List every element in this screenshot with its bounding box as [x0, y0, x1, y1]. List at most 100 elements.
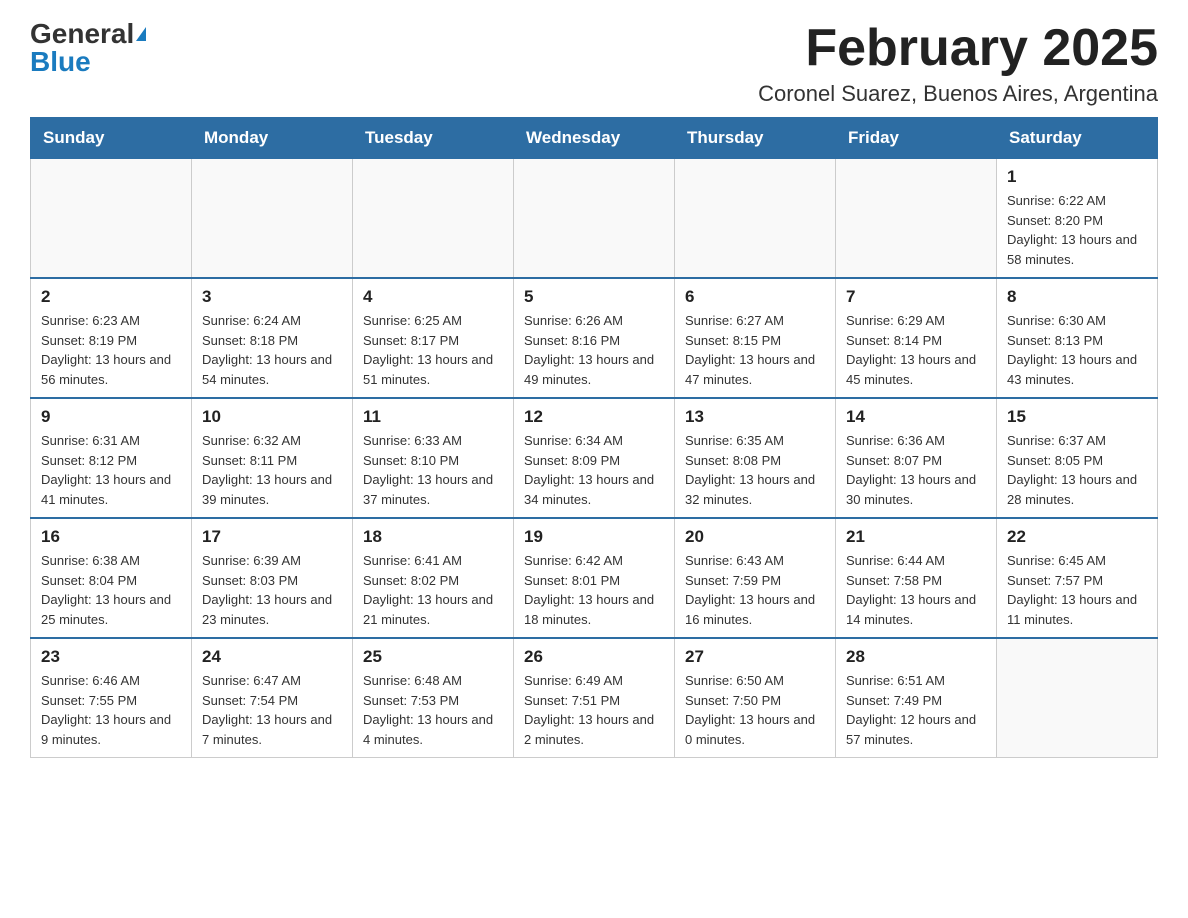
- day-info: Sunrise: 6:44 AMSunset: 7:58 PMDaylight:…: [846, 551, 986, 629]
- day-number: 1: [1007, 167, 1147, 187]
- calendar-week-row: 1 Sunrise: 6:22 AMSunset: 8:20 PMDaylight…: [31, 159, 1158, 279]
- day-info: Sunrise: 6:51 AMSunset: 7:49 PMDaylight:…: [846, 671, 986, 749]
- logo-blue-text: Blue: [30, 48, 91, 76]
- calendar-cell: 20 Sunrise: 6:43 AMSunset: 7:59 PMDayligh…: [675, 518, 836, 638]
- calendar-cell: 8Sunrise: 6:30 AMSunset: 8:13 PMDaylight…: [997, 278, 1158, 398]
- calendar-cell: 17 Sunrise: 6:39 AMSunset: 8:03 PMDayligh…: [192, 518, 353, 638]
- day-info: Sunrise: 6:22 AMSunset: 8:20 PMDaylight:…: [1007, 191, 1147, 269]
- calendar-cell: 3Sunrise: 6:24 AMSunset: 8:18 PMDaylight…: [192, 278, 353, 398]
- day-number: 4: [363, 287, 503, 307]
- calendar-cell: 21 Sunrise: 6:44 AMSunset: 7:58 PMDayligh…: [836, 518, 997, 638]
- calendar-cell: [31, 159, 192, 279]
- day-number: 20: [685, 527, 825, 547]
- calendar-cell: [675, 159, 836, 279]
- calendar-header-sunday: Sunday: [31, 118, 192, 159]
- calendar-cell: [997, 638, 1158, 758]
- day-info: Sunrise: 6:45 AMSunset: 7:57 PMDaylight:…: [1007, 551, 1147, 629]
- day-info: Sunrise: 6:36 AMSunset: 8:07 PMDaylight:…: [846, 431, 986, 509]
- day-info: Sunrise: 6:27 AMSunset: 8:15 PMDaylight:…: [685, 311, 825, 389]
- calendar-header-thursday: Thursday: [675, 118, 836, 159]
- day-info: Sunrise: 6:43 AMSunset: 7:59 PMDaylight:…: [685, 551, 825, 629]
- calendar-header-row: SundayMondayTuesdayWednesdayThursdayFrid…: [31, 118, 1158, 159]
- calendar-header-monday: Monday: [192, 118, 353, 159]
- day-number: 14: [846, 407, 986, 427]
- calendar-cell: 25 Sunrise: 6:48 AMSunset: 7:53 PMDayligh…: [353, 638, 514, 758]
- month-title: February 2025: [758, 20, 1158, 77]
- day-number: 2: [41, 287, 181, 307]
- calendar-week-row: 16 Sunrise: 6:38 AMSunset: 8:04 PMDayligh…: [31, 518, 1158, 638]
- calendar-cell: 15 Sunrise: 6:37 AMSunset: 8:05 PMDayligh…: [997, 398, 1158, 518]
- calendar-header-tuesday: Tuesday: [353, 118, 514, 159]
- calendar-cell: [192, 159, 353, 279]
- day-number: 24: [202, 647, 342, 667]
- day-info: Sunrise: 6:42 AMSunset: 8:01 PMDaylight:…: [524, 551, 664, 629]
- day-number: 9: [41, 407, 181, 427]
- calendar-cell: 19Sunrise: 6:42 AMSunset: 8:01 PMDayligh…: [514, 518, 675, 638]
- calendar-header-friday: Friday: [836, 118, 997, 159]
- calendar-week-row: 2 Sunrise: 6:23 AMSunset: 8:19 PMDaylight…: [31, 278, 1158, 398]
- day-number: 18: [363, 527, 503, 547]
- day-info: Sunrise: 6:25 AMSunset: 8:17 PMDaylight:…: [363, 311, 503, 389]
- day-number: 13: [685, 407, 825, 427]
- location-label: Coronel Suarez, Buenos Aires, Argentina: [758, 81, 1158, 107]
- day-number: 10: [202, 407, 342, 427]
- calendar-cell: 5Sunrise: 6:26 AMSunset: 8:16 PMDaylight…: [514, 278, 675, 398]
- calendar-table: SundayMondayTuesdayWednesdayThursdayFrid…: [30, 117, 1158, 758]
- day-number: 3: [202, 287, 342, 307]
- calendar-cell: 18 Sunrise: 6:41 AMSunset: 8:02 PMDayligh…: [353, 518, 514, 638]
- day-info: Sunrise: 6:32 AMSunset: 8:11 PMDaylight:…: [202, 431, 342, 509]
- calendar-cell: 23 Sunrise: 6:46 AMSunset: 7:55 PMDayligh…: [31, 638, 192, 758]
- day-info: Sunrise: 6:35 AMSunset: 8:08 PMDaylight:…: [685, 431, 825, 509]
- day-info: Sunrise: 6:29 AMSunset: 8:14 PMDaylight:…: [846, 311, 986, 389]
- day-number: 27: [685, 647, 825, 667]
- day-info: Sunrise: 6:41 AMSunset: 8:02 PMDaylight:…: [363, 551, 503, 629]
- calendar-header-saturday: Saturday: [997, 118, 1158, 159]
- calendar-week-row: 23 Sunrise: 6:46 AMSunset: 7:55 PMDayligh…: [31, 638, 1158, 758]
- day-info: Sunrise: 6:33 AMSunset: 8:10 PMDaylight:…: [363, 431, 503, 509]
- day-info: Sunrise: 6:34 AMSunset: 8:09 PMDaylight:…: [524, 431, 664, 509]
- day-info: Sunrise: 6:23 AMSunset: 8:19 PMDaylight:…: [41, 311, 181, 389]
- calendar-cell: 28Sunrise: 6:51 AMSunset: 7:49 PMDayligh…: [836, 638, 997, 758]
- calendar-cell: 7Sunrise: 6:29 AMSunset: 8:14 PMDaylight…: [836, 278, 997, 398]
- calendar-cell: 10 Sunrise: 6:32 AMSunset: 8:11 PMDayligh…: [192, 398, 353, 518]
- day-number: 5: [524, 287, 664, 307]
- title-section: February 2025 Coronel Suarez, Buenos Air…: [758, 20, 1158, 107]
- day-number: 15: [1007, 407, 1147, 427]
- logo-general-text: General: [30, 20, 134, 48]
- calendar-header-wednesday: Wednesday: [514, 118, 675, 159]
- calendar-cell: 13 Sunrise: 6:35 AMSunset: 8:08 PMDayligh…: [675, 398, 836, 518]
- logo-triangle-icon: [136, 27, 146, 41]
- calendar-cell: 16 Sunrise: 6:38 AMSunset: 8:04 PMDayligh…: [31, 518, 192, 638]
- day-number: 25: [363, 647, 503, 667]
- day-info: Sunrise: 6:46 AMSunset: 7:55 PMDaylight:…: [41, 671, 181, 749]
- calendar-cell: 27 Sunrise: 6:50 AMSunset: 7:50 PMDayligh…: [675, 638, 836, 758]
- calendar-cell: 1 Sunrise: 6:22 AMSunset: 8:20 PMDaylight…: [997, 159, 1158, 279]
- page-header: General Blue February 2025 Coronel Suare…: [30, 20, 1158, 107]
- day-info: Sunrise: 6:38 AMSunset: 8:04 PMDaylight:…: [41, 551, 181, 629]
- day-info: Sunrise: 6:31 AMSunset: 8:12 PMDaylight:…: [41, 431, 181, 509]
- day-number: 11: [363, 407, 503, 427]
- day-number: 12: [524, 407, 664, 427]
- calendar-cell: 12 Sunrise: 6:34 AMSunset: 8:09 PMDayligh…: [514, 398, 675, 518]
- calendar-cell: 24 Sunrise: 6:47 AMSunset: 7:54 PMDayligh…: [192, 638, 353, 758]
- calendar-cell: 9 Sunrise: 6:31 AMSunset: 8:12 PMDaylight…: [31, 398, 192, 518]
- logo: General Blue: [30, 20, 146, 76]
- day-info: Sunrise: 6:48 AMSunset: 7:53 PMDaylight:…: [363, 671, 503, 749]
- calendar-cell: [836, 159, 997, 279]
- calendar-cell: 2 Sunrise: 6:23 AMSunset: 8:19 PMDaylight…: [31, 278, 192, 398]
- day-number: 22: [1007, 527, 1147, 547]
- day-number: 6: [685, 287, 825, 307]
- day-info: Sunrise: 6:39 AMSunset: 8:03 PMDaylight:…: [202, 551, 342, 629]
- day-info: Sunrise: 6:47 AMSunset: 7:54 PMDaylight:…: [202, 671, 342, 749]
- day-number: 16: [41, 527, 181, 547]
- day-number: 17: [202, 527, 342, 547]
- day-info: Sunrise: 6:49 AMSunset: 7:51 PMDaylight:…: [524, 671, 664, 749]
- calendar-cell: 4 Sunrise: 6:25 AMSunset: 8:17 PMDaylight…: [353, 278, 514, 398]
- day-number: 23: [41, 647, 181, 667]
- day-info: Sunrise: 6:50 AMSunset: 7:50 PMDaylight:…: [685, 671, 825, 749]
- calendar-cell: [514, 159, 675, 279]
- calendar-cell: 6 Sunrise: 6:27 AMSunset: 8:15 PMDaylight…: [675, 278, 836, 398]
- day-info: Sunrise: 6:37 AMSunset: 8:05 PMDaylight:…: [1007, 431, 1147, 509]
- day-number: 21: [846, 527, 986, 547]
- calendar-cell: 22 Sunrise: 6:45 AMSunset: 7:57 PMDayligh…: [997, 518, 1158, 638]
